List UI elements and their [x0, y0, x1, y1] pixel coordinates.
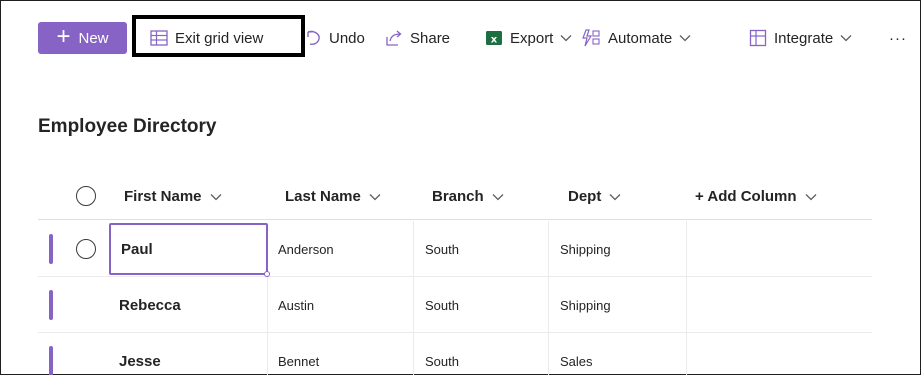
column-header-label: Branch	[432, 187, 484, 205]
row-checkbox[interactable]	[76, 239, 96, 259]
cell-first-name[interactable]: Paul	[109, 223, 270, 277]
column-header-last-name[interactable]: Last Name	[285, 172, 381, 220]
more-label: ···	[889, 29, 907, 47]
cell-value: South	[425, 297, 459, 313]
cell-dept[interactable]: Sales	[560, 333, 687, 375]
row-indicator	[49, 346, 53, 375]
undo-label: Undo	[329, 29, 365, 47]
add-column-button[interactable]: + Add Column	[695, 172, 817, 220]
share-button[interactable]: Share	[385, 22, 450, 54]
chevron-down-icon	[609, 188, 621, 205]
chevron-down-icon	[840, 34, 852, 42]
column-header-label: Dept	[568, 187, 602, 205]
select-all-checkbox[interactable]	[76, 186, 96, 206]
row-indicator	[49, 290, 53, 320]
cell-branch[interactable]: South	[425, 221, 549, 277]
integrate-label: Integrate	[774, 29, 834, 47]
share-icon	[385, 29, 403, 47]
automate-icon	[581, 29, 601, 47]
highlight-box	[132, 15, 305, 57]
export-button[interactable]: x Export	[485, 22, 572, 54]
share-label: Share	[410, 29, 451, 47]
new-button-label: New	[78, 29, 109, 47]
cell-last-name[interactable]: Austin	[278, 277, 414, 333]
chevron-down-icon	[369, 188, 381, 205]
cell-branch[interactable]: South	[425, 333, 549, 375]
cell-value: South	[425, 241, 459, 257]
cell-last-name[interactable]: Bennet	[278, 333, 414, 375]
cell-value: Shipping	[560, 241, 611, 257]
automate-button[interactable]: Automate	[581, 22, 691, 54]
cell-value: Jesse	[119, 352, 161, 370]
row-indicator	[49, 234, 53, 264]
cell-first-name[interactable]: Rebecca	[109, 277, 268, 333]
column-header-label: First Name	[124, 187, 202, 205]
chevron-down-icon	[560, 34, 572, 42]
svg-text:x: x	[491, 35, 498, 46]
command-bar: + New Exit grid view Undo Share x Export	[0, 0, 921, 72]
cell-dept[interactable]: Shipping	[560, 277, 687, 333]
undo-button[interactable]: Undo	[304, 22, 365, 54]
excel-icon: x	[485, 29, 503, 47]
new-button[interactable]: + New	[38, 22, 127, 54]
cell-value: Anderson	[278, 241, 334, 257]
undo-icon	[304, 29, 322, 47]
cell-value: Paul	[121, 240, 153, 258]
column-header-row: First Name Last Name Branch Dept + Add C…	[38, 172, 872, 220]
table-row[interactable]: Rebecca Austin South Shipping	[38, 277, 872, 333]
table-row[interactable]: Paul Anderson South Shipping	[38, 221, 872, 277]
table-row[interactable]: Jesse Bennet South Sales	[38, 333, 872, 375]
chevron-down-icon	[679, 34, 691, 42]
cell-dept[interactable]: Shipping	[560, 221, 687, 277]
automate-label: Automate	[608, 29, 673, 47]
page-title: Employee Directory	[38, 116, 217, 137]
chevron-down-icon	[492, 188, 504, 205]
more-icon[interactable]: ···	[889, 22, 907, 54]
cell-branch[interactable]: South	[425, 277, 549, 333]
cell-first-name[interactable]: Jesse	[109, 333, 268, 375]
cell-value: Rebecca	[119, 296, 181, 314]
chevron-down-icon	[210, 188, 222, 205]
column-header-first-name[interactable]: First Name	[124, 172, 222, 220]
cell-value: Austin	[278, 297, 315, 313]
column-header-label: Last Name	[285, 187, 361, 205]
integrate-icon	[749, 29, 767, 47]
plus-icon: +	[56, 23, 71, 50]
cell-value: Sales	[560, 353, 593, 369]
cell-value: Shipping	[560, 297, 611, 313]
cell-value: South	[425, 353, 459, 369]
integrate-button[interactable]: Integrate	[749, 22, 852, 54]
cell-last-name[interactable]: Anderson	[278, 221, 414, 277]
column-header-dept[interactable]: Dept	[568, 172, 621, 220]
export-label: Export	[510, 29, 554, 47]
chevron-down-icon	[805, 188, 817, 205]
add-column-label: + Add Column	[695, 187, 797, 205]
column-header-branch[interactable]: Branch	[432, 172, 504, 220]
cell-value: Bennet	[278, 353, 320, 369]
